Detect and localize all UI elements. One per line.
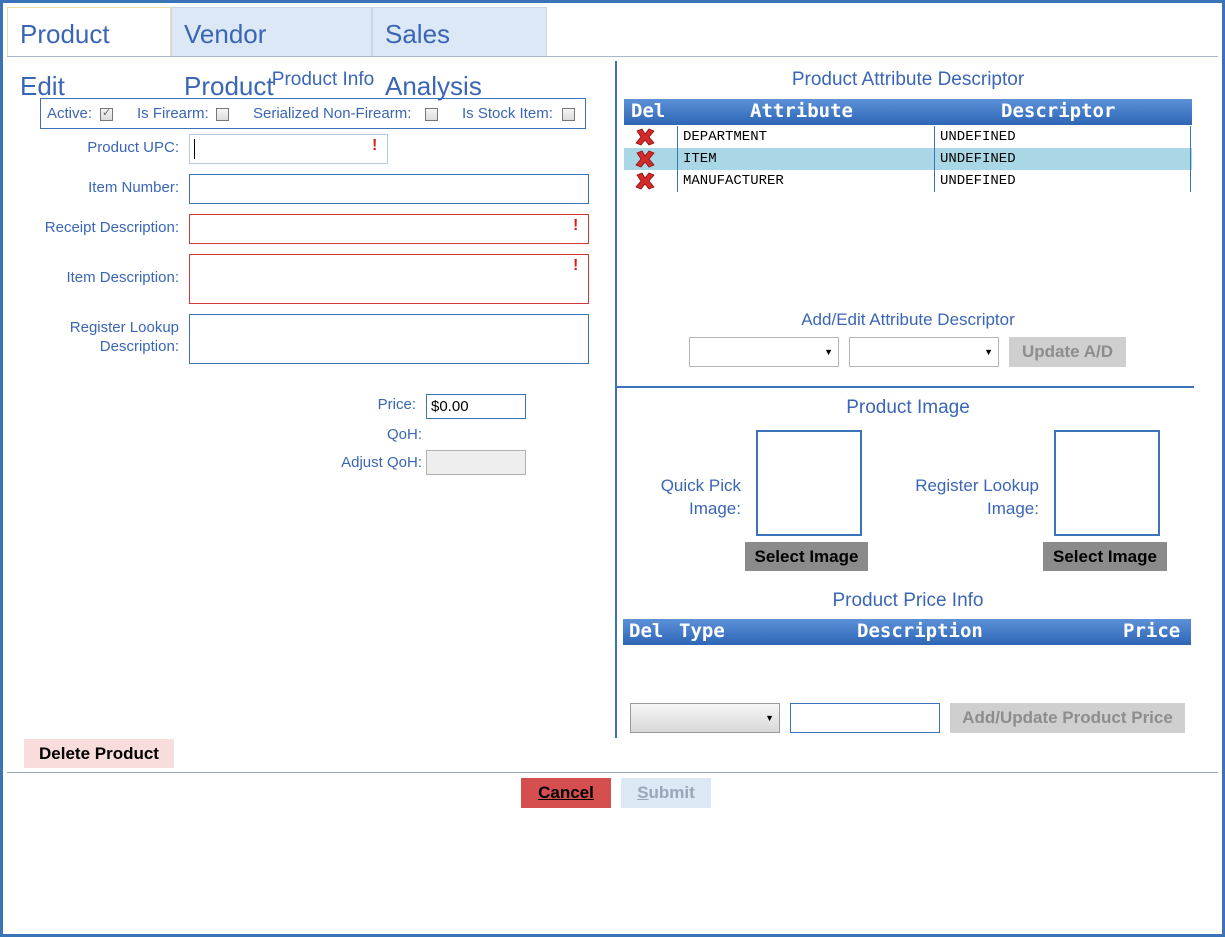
is-stock-item-checkbox[interactable] — [562, 108, 575, 121]
register-lookup-description-input[interactable] — [189, 314, 589, 364]
upc-required-marker: ! — [372, 137, 378, 154]
tab-bar: Product Edit Vendor Product Sales Analys… — [7, 7, 1222, 101]
col-descriptor: Descriptor — [1001, 100, 1116, 122]
active-checkbox[interactable] — [100, 106, 113, 121]
receipt-description-input[interactable] — [189, 214, 589, 244]
qoh-label: QoH: — [386, 426, 422, 443]
attribute-row[interactable]: DEPARTMENT UNDEFINED — [624, 126, 1192, 148]
tab-product-edit[interactable]: Product Edit — [7, 7, 171, 101]
chevron-down-icon: ▼ — [824, 347, 833, 357]
attribute-cell: MANUFACTURER — [677, 170, 934, 192]
is-firearm-label: Is Firearm: — [137, 105, 209, 122]
descriptor-cell: UNDEFINED — [934, 170, 1191, 192]
vertical-divider — [615, 61, 617, 738]
descriptor-select[interactable]: ▼ — [849, 337, 999, 367]
quick-pick-label-line2: Image: — [689, 499, 741, 518]
register-lookup-image-label-line1: Register Lookup — [915, 476, 1039, 495]
adjust-qoh-input[interactable] — [426, 450, 526, 475]
item-description-input[interactable] — [189, 254, 589, 304]
descriptor-cell: UNDEFINED — [934, 126, 1191, 148]
chevron-down-icon: ▼ — [984, 347, 993, 357]
active-label: Active: — [47, 105, 93, 122]
delete-icon[interactable] — [634, 149, 656, 169]
item-description-required-marker: ! — [573, 257, 579, 274]
product-upc-input[interactable] — [189, 134, 388, 164]
item-number-label: Item Number: — [88, 179, 179, 196]
chevron-down-icon: ▼ — [765, 713, 774, 723]
horizontal-divider — [617, 386, 1194, 388]
serialized-non-firearm-checkbox[interactable] — [425, 108, 438, 121]
delete-product-button[interactable]: Delete Product — [24, 739, 174, 768]
product-info-title: Product Info — [271, 69, 375, 90]
quick-pick-label-line1: Quick Pick — [660, 476, 741, 495]
attribute-select[interactable]: ▼ — [689, 337, 839, 367]
tab-sales-analysis[interactable]: Sales Analysis — [372, 7, 547, 101]
attribute-cell: DEPARTMENT — [677, 126, 934, 148]
attribute-descriptor-title: Product Attribute Descriptor — [791, 69, 1025, 90]
item-number-input[interactable] — [189, 174, 589, 204]
col-attribute: Attribute — [750, 100, 853, 122]
serialized-non-firearm-label: Serialized Non-Firearm: — [253, 105, 412, 122]
quick-pick-image — [756, 430, 862, 536]
add-update-product-price-button[interactable]: Add/Update Product Price — [950, 703, 1185, 733]
submit-label-rest: ubmit — [648, 783, 695, 802]
attribute-grid-header: Del Attribute Descriptor — [624, 99, 1192, 125]
delete-icon[interactable] — [634, 171, 656, 191]
add-edit-attribute-title: Add/Edit Attribute Descriptor — [801, 310, 1015, 329]
price-type-select[interactable]: ▼ — [630, 703, 780, 733]
product-image-title: Product Image — [846, 397, 970, 418]
cancel-label-first: C — [538, 783, 551, 802]
price-grid-header: Del Type Description Price — [623, 619, 1191, 645]
delete-icon[interactable] — [634, 127, 656, 147]
cancel-button[interactable]: Cancel — [521, 778, 611, 808]
descriptor-cell: UNDEFINED — [934, 148, 1191, 170]
is-firearm-checkbox[interactable] — [216, 108, 229, 121]
tab-divider — [7, 56, 1218, 57]
col-price: Price — [1123, 620, 1181, 642]
register-lookup-label-line1: Register Lookup — [69, 319, 179, 336]
adjust-qoh-label: Adjust QoH: — [341, 454, 422, 471]
price-label: Price: — [377, 396, 416, 413]
attribute-row[interactable]: MANUFACTURER UNDEFINED — [624, 170, 1192, 192]
register-lookup-image — [1054, 430, 1160, 536]
submit-button[interactable]: Submit — [621, 778, 711, 808]
receipt-required-marker: ! — [573, 217, 579, 234]
attribute-row[interactable]: ITEM UNDEFINED — [624, 148, 1192, 170]
cancel-label-rest: ancel — [550, 783, 594, 802]
select-register-lookup-image-button[interactable]: Select Image — [1043, 542, 1167, 571]
submit-label-first: S — [637, 783, 649, 802]
product-price-input[interactable] — [790, 703, 940, 733]
price-input[interactable]: $0.00 — [426, 394, 526, 419]
price-value: $0.00 — [431, 398, 469, 415]
update-ad-button[interactable]: Update A/D — [1009, 337, 1126, 367]
attribute-cell: ITEM — [677, 148, 934, 170]
col-type: Type — [679, 620, 725, 642]
text-cursor — [194, 139, 195, 159]
app-window: Product Edit Vendor Product Sales Analys… — [0, 0, 1225, 937]
tab-vendor-product[interactable]: Vendor Product — [171, 7, 372, 101]
col-del: Del — [629, 620, 664, 642]
footer-divider — [7, 772, 1218, 773]
product-upc-label: Product UPC: — [87, 139, 179, 156]
item-description-label: Item Description: — [66, 269, 179, 286]
price-info-title: Product Price Info — [832, 590, 984, 611]
col-del: Del — [631, 100, 666, 122]
register-lookup-label-line2: Description: — [99, 338, 179, 355]
is-stock-item-label: Is Stock Item: — [462, 105, 553, 122]
col-description: Description — [857, 620, 983, 642]
receipt-description-label: Receipt Description: — [44, 219, 179, 236]
select-quick-pick-image-button[interactable]: Select Image — [745, 542, 868, 571]
product-flags-panel: Active: Is Firearm: Serialized Non-Firea… — [40, 98, 586, 129]
register-lookup-image-label-line2: Image: — [987, 499, 1039, 518]
